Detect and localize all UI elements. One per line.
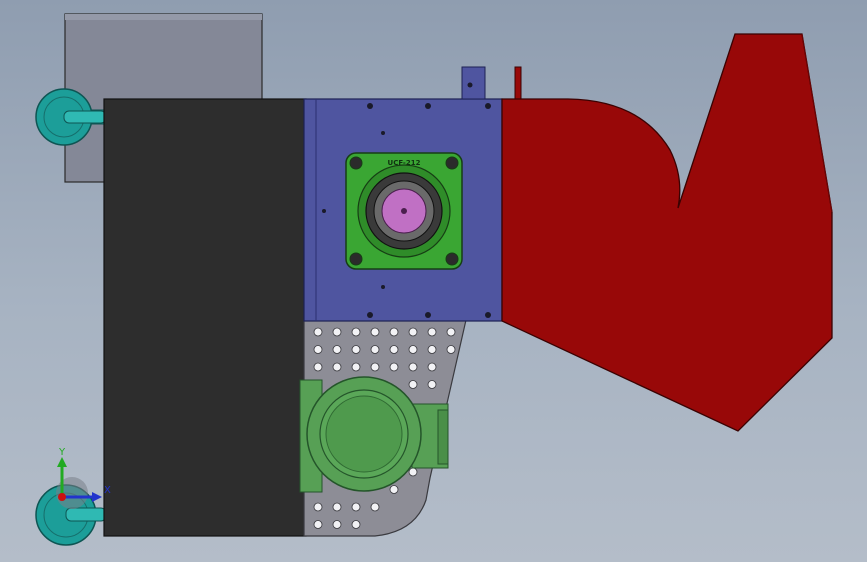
perforation-hole xyxy=(332,520,342,529)
triad-x-label: X xyxy=(104,485,111,496)
perforation-hole xyxy=(313,362,323,372)
perforation-hole xyxy=(408,345,418,354)
bearing-bolt-tl xyxy=(349,156,363,170)
perforation-hole xyxy=(370,502,380,512)
bearing-bolt-br xyxy=(445,252,459,266)
coordinate-triad-icon: Y X xyxy=(56,447,111,509)
perforation-hole xyxy=(332,327,342,337)
upper-wheel-fork xyxy=(63,110,107,124)
perforation-hole xyxy=(389,345,399,354)
flange-bearing[interactable]: UCF-212 xyxy=(345,152,463,270)
perforation-hole xyxy=(389,362,399,372)
bearing-bolt-tr xyxy=(445,156,459,170)
3d-viewport[interactable]: UCF-212 Y X xyxy=(0,0,867,562)
perforation-hole xyxy=(351,327,361,337)
motor-center xyxy=(325,395,403,473)
shaft-center xyxy=(401,208,407,214)
lower-wheel-fork xyxy=(65,507,107,522)
perforation-hole xyxy=(351,502,361,512)
top-housing-edge xyxy=(65,14,262,20)
perforation-hole xyxy=(427,362,437,372)
top-tab-red xyxy=(514,66,522,100)
perforation-hole xyxy=(389,485,399,494)
main-body-panel[interactable] xyxy=(103,98,307,537)
perforation-hole xyxy=(446,327,456,337)
triad-y-label: Y xyxy=(58,447,66,458)
motor-flange xyxy=(437,409,449,465)
triad-y-arrow xyxy=(57,457,67,467)
perforation-hole xyxy=(313,520,323,529)
perforation-hole xyxy=(332,362,342,372)
perforation-hole xyxy=(332,345,342,354)
triad-x-arrow xyxy=(92,492,102,502)
perforation-hole xyxy=(427,327,437,337)
top-tab-hole xyxy=(467,82,473,88)
perforation-hole xyxy=(427,380,437,389)
perforation-hole xyxy=(351,520,361,529)
perforation-hole xyxy=(351,362,361,372)
perforation-hole xyxy=(313,502,323,512)
perforation-hole xyxy=(427,345,437,354)
perforation-hole xyxy=(408,327,418,337)
red-hopper[interactable] xyxy=(501,33,833,432)
perforation-hole xyxy=(351,345,361,354)
perforation-hole xyxy=(313,345,323,354)
perforation-hole xyxy=(408,380,418,389)
cad-model-canvas[interactable]: UCF-212 Y X xyxy=(0,0,867,562)
perforation-hole xyxy=(389,327,399,337)
perforation-hole xyxy=(446,345,456,354)
perforation-hole xyxy=(408,362,418,372)
perforation-hole xyxy=(408,467,418,477)
perforation-hole xyxy=(370,327,380,337)
perforation-hole xyxy=(313,327,323,337)
triad-z-axis xyxy=(58,493,66,501)
bearing-bolt-bl xyxy=(349,252,363,266)
top-tab-blue xyxy=(461,66,486,100)
perforation-hole xyxy=(370,362,380,372)
perforation-hole xyxy=(332,502,342,512)
perforation-hole xyxy=(370,345,380,354)
bearing-label: UCF-212 xyxy=(388,159,421,167)
